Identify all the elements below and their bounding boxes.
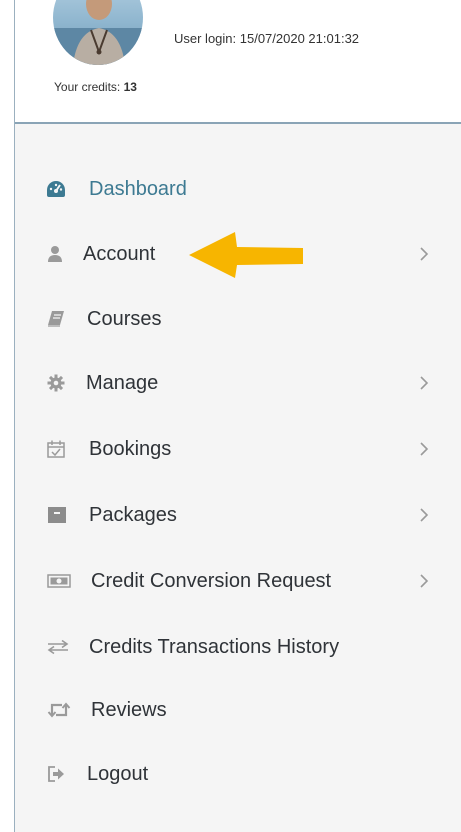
- menu-item-label: Bookings: [89, 437, 172, 460]
- menu-item-logout[interactable]: Logout: [15, 754, 461, 794]
- menu-item-label: Dashboard: [89, 177, 187, 200]
- credits-display: Your credits: 13: [54, 80, 137, 94]
- menu-item-credit-conversion-request[interactable]: Credit Conversion Request: [15, 561, 461, 601]
- archive-icon: [47, 505, 67, 525]
- user-login-timestamp: User login: 15/07/2020 21:01:32: [174, 31, 360, 46]
- retweet-icon: [47, 700, 71, 720]
- chevron-right-icon: [417, 373, 431, 393]
- menu-item-dashboard[interactable]: Dashboard: [15, 169, 461, 209]
- highlight-arrow-icon: [187, 231, 305, 279]
- chevron-right-icon: [417, 505, 431, 525]
- menu-item-label: Manage: [86, 371, 159, 394]
- chevron-right-icon: [417, 571, 431, 591]
- sign-out-icon: [47, 764, 67, 784]
- menu-item-label: Packages: [89, 503, 177, 526]
- book-icon: [46, 309, 66, 329]
- calendar-check-icon: [46, 439, 66, 459]
- chevron-right-icon: [417, 244, 431, 264]
- money-icon: [47, 571, 71, 591]
- menu-item-label: Credit Conversion Request: [91, 569, 332, 592]
- user-icon: [45, 244, 65, 264]
- menu-item-label: Credits Transactions History: [89, 635, 340, 658]
- menu-item-packages[interactable]: Packages: [15, 495, 461, 535]
- sidebar-screenshot: User login: 15/07/2020 21:01:32 Your cre…: [0, 0, 461, 832]
- menu-item-reviews[interactable]: Reviews: [15, 690, 461, 730]
- menu-item-label: Account: [83, 242, 156, 265]
- sidebar-left-border: [14, 0, 15, 832]
- menu-item-label: Courses: [87, 307, 162, 330]
- menu-item-label: Reviews: [91, 698, 167, 721]
- menu-item-courses[interactable]: Courses: [15, 299, 461, 339]
- dashboard-icon: [46, 179, 66, 199]
- credits-label: Your credits:: [54, 80, 121, 94]
- menu-item-bookings[interactable]: Bookings: [15, 429, 461, 469]
- menu-item-credits-transactions-history[interactable]: Credits Transactions History: [15, 627, 461, 667]
- menu-item-manage[interactable]: Manage: [15, 363, 461, 403]
- chevron-right-icon: [417, 439, 431, 459]
- exchange-icon: [46, 637, 70, 657]
- menu-item-label: Logout: [87, 762, 149, 785]
- gear-icon: [46, 373, 66, 393]
- credits-value: 13: [123, 80, 137, 94]
